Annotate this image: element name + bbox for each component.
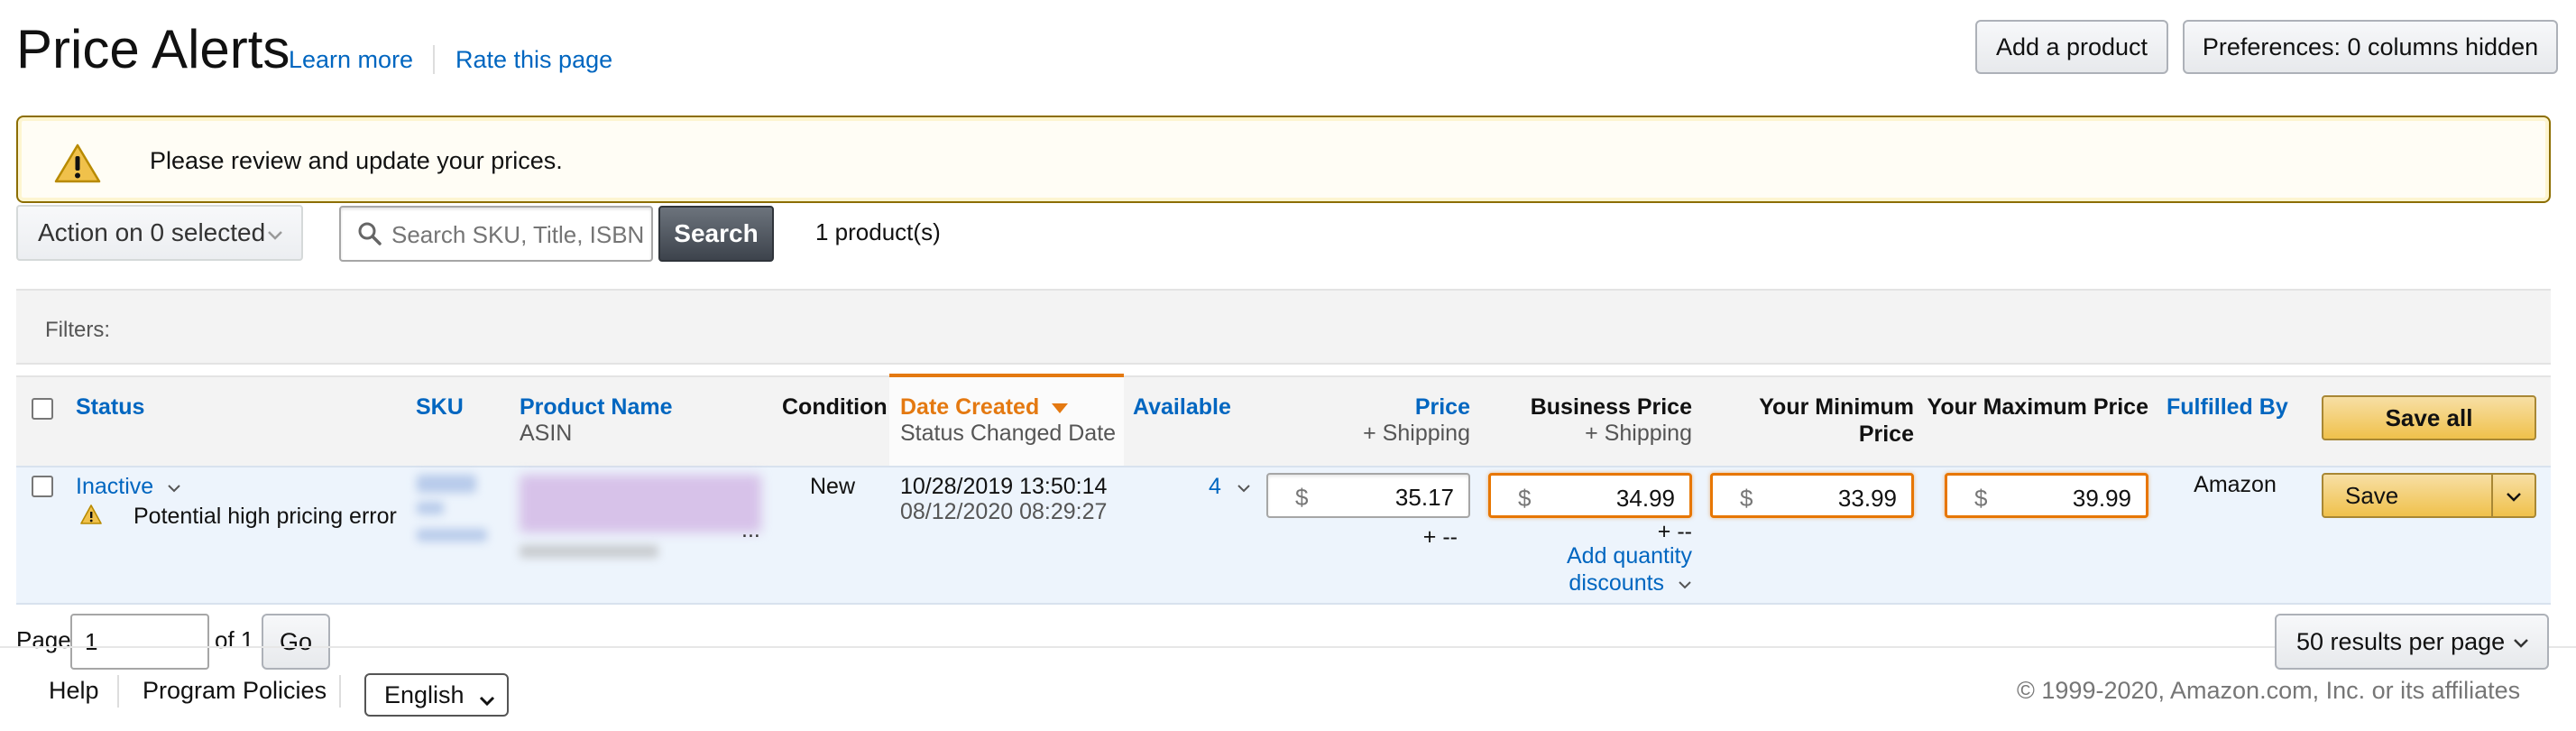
search-input[interactable] xyxy=(391,215,649,254)
language-select[interactable]: English xyxy=(364,673,509,717)
search-box xyxy=(339,206,653,262)
header-available[interactable]: Available xyxy=(1133,393,1231,421)
pricing-error-warning: Potential high pricing error xyxy=(133,504,397,529)
page-number-input[interactable] xyxy=(85,625,193,659)
filters-label: Filters: xyxy=(45,318,110,342)
max-price-input[interactable] xyxy=(1996,481,2131,515)
add-quantity-discounts-line1: Add quantity xyxy=(1567,543,1692,569)
help-link[interactable]: Help xyxy=(49,677,99,705)
fulfilled-by-value: Amazon xyxy=(2194,472,2277,497)
status-value: Inactive xyxy=(76,474,154,499)
header-asin: ASIN xyxy=(520,421,573,446)
header-sku[interactable]: SKU xyxy=(416,393,464,421)
page-title: Price Alerts xyxy=(16,19,290,79)
chevron-down-icon xyxy=(478,688,496,716)
add-product-button[interactable]: Add a product xyxy=(1975,20,2168,74)
preferences-button[interactable]: Preferences: 0 columns hidden xyxy=(2183,20,2558,74)
page-number-field xyxy=(70,614,209,670)
action-dropdown-label: Action on 0 selected xyxy=(38,218,266,246)
footer-divider xyxy=(0,646,2576,648)
product-count: 1 product(s) xyxy=(815,218,941,245)
header-divider xyxy=(433,45,435,74)
header-status-changed: Status Changed Date xyxy=(900,421,1117,446)
business-shipping-value: + -- xyxy=(1657,519,1692,544)
available-dropdown[interactable]: 4 xyxy=(1209,473,1251,501)
redacted-sku-line2 xyxy=(417,502,444,514)
header-business-shipping: + Shipping xyxy=(1585,421,1692,446)
min-price-field: $ xyxy=(1710,473,1914,518)
header-business-price: Business Price xyxy=(1530,394,1692,420)
footer-separator xyxy=(117,675,119,708)
go-button[interactable]: Go xyxy=(262,614,330,670)
rate-page-link[interactable]: Rate this page xyxy=(455,45,612,74)
redacted-asin xyxy=(520,545,658,558)
footer-separator xyxy=(339,675,341,708)
price-currency: $ xyxy=(1295,484,1309,511)
results-per-page-label: 50 results per page xyxy=(2296,627,2506,655)
select-all-checkbox[interactable] xyxy=(32,398,53,420)
header-price[interactable]: Price xyxy=(1268,393,1470,421)
add-quantity-discounts-line2: discounts xyxy=(1488,569,1692,597)
page-label: Page xyxy=(16,626,71,653)
action-dropdown[interactable]: Action on 0 selected xyxy=(16,205,303,261)
add-quantity-discounts-link[interactable]: Add quantity discounts xyxy=(1488,542,1692,597)
header-min-price: Your Minimum Price xyxy=(1710,393,1914,448)
chevron-down-icon xyxy=(1678,570,1692,597)
min-price-currency: $ xyxy=(1740,485,1753,512)
price-input[interactable] xyxy=(1319,480,1454,514)
header-price-shipping: + Shipping xyxy=(1363,421,1470,446)
business-price-field: $ xyxy=(1488,473,1692,518)
results-per-page-dropdown[interactable]: 50 results per page xyxy=(2275,614,2549,670)
header-condition: Condition xyxy=(782,394,888,420)
language-value: English xyxy=(384,680,465,708)
price-shipping-value: + -- xyxy=(1422,524,1458,550)
row-checkbox[interactable] xyxy=(32,476,53,497)
redacted-sku-line3 xyxy=(417,529,487,541)
header-status[interactable]: Status xyxy=(76,393,144,421)
condition-value: New xyxy=(810,474,856,499)
header-max-price: Your Maximum Price xyxy=(1927,394,2148,420)
business-price-input[interactable] xyxy=(1540,481,1675,515)
chevron-down-icon xyxy=(265,223,285,252)
status-dropdown[interactable]: Inactive xyxy=(76,473,181,501)
save-all-button[interactable]: Save all xyxy=(2322,395,2536,440)
business-price-currency: $ xyxy=(1518,485,1532,512)
search-icon xyxy=(357,221,382,251)
min-price-input[interactable] xyxy=(1762,481,1897,515)
max-price-currency: $ xyxy=(1974,485,1988,512)
save-split-button: Save xyxy=(2322,473,2536,518)
chevron-down-icon xyxy=(2505,482,2523,509)
save-options-button[interactable] xyxy=(2491,473,2536,518)
header-fulfilled-by[interactable]: Fulfilled By xyxy=(2167,393,2288,421)
warning-icon xyxy=(79,504,103,530)
price-field: $ xyxy=(1266,473,1470,518)
header-min-price-line2: Price xyxy=(1858,421,1914,447)
save-button[interactable]: Save xyxy=(2322,473,2493,518)
redacted-sku xyxy=(417,475,476,493)
alert-banner: Please review and update your prices. xyxy=(16,116,2551,203)
chevron-down-icon xyxy=(1237,474,1251,501)
max-price-field: $ xyxy=(1945,473,2148,518)
header-product-name[interactable]: Product Name xyxy=(520,393,672,421)
sort-desc-icon xyxy=(1051,394,1069,421)
warning-triangle-icon xyxy=(54,143,101,189)
learn-more-link[interactable]: Learn more xyxy=(289,45,413,74)
page-of-label: of 1 xyxy=(215,626,254,653)
header-date-created-label: Date Created xyxy=(900,394,1040,420)
chevron-down-icon xyxy=(2511,632,2531,660)
status-changed-value: 08/12/2020 08:29:27 xyxy=(900,499,1108,524)
header-date-created[interactable]: Date Created xyxy=(900,393,1069,421)
chevron-down-icon xyxy=(167,474,181,501)
copyright: © 1999-2020, Amazon.com, Inc. or its aff… xyxy=(2017,677,2521,704)
search-button[interactable]: Search xyxy=(658,206,774,262)
product-name-ellipsis: ... xyxy=(741,517,760,542)
filters-bar: Filters: xyxy=(16,289,2551,365)
program-policies-link[interactable]: Program Policies xyxy=(143,677,327,705)
alert-message: Please review and update your prices. xyxy=(150,147,563,174)
redacted-product-name[interactable] xyxy=(520,475,761,532)
available-value: 4 xyxy=(1209,474,1221,499)
header-min-price-line1: Your Minimum xyxy=(1759,394,1914,420)
date-created-value: 10/28/2019 13:50:14 xyxy=(900,474,1108,499)
